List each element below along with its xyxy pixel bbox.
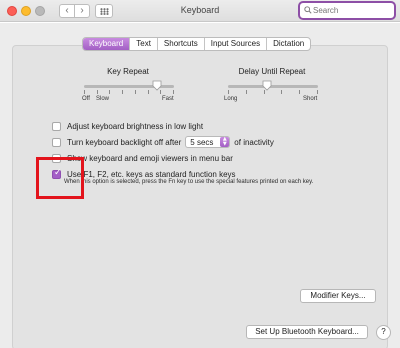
delay-short-label: Short [303, 96, 318, 102]
slider-tick [173, 90, 174, 94]
backlight-timeout-select[interactable]: 5 secs ▲ ▼ [185, 136, 231, 148]
slider-tick [97, 90, 98, 94]
key-repeat-off-label: Off [82, 96, 90, 102]
help-icon: ? [381, 327, 386, 336]
delay-until-repeat-label: Delay Until Repeat [238, 67, 306, 76]
viewers-label: Show keyboard and emoji viewers in menu … [67, 153, 233, 163]
slider-tick [84, 90, 85, 94]
backlight-label: Turn keyboard backlight off after [67, 137, 182, 147]
modifier-keys-button[interactable]: Modifier Keys... [300, 289, 376, 303]
backlight-option[interactable]: Turn keyboard backlight off after 5 secs… [52, 136, 274, 148]
fn-keys-label: Use F1, F2, etc. keys as standard functi… [67, 169, 236, 179]
brightness-checkbox[interactable] [52, 121, 61, 131]
key-repeat-fast-label: Fast [162, 96, 174, 102]
search-field[interactable] [298, 1, 396, 20]
tab-bar: Keyboard Text Shortcuts Input Sources Di… [82, 37, 312, 51]
tab-text[interactable]: Text [130, 38, 158, 50]
slider-tick [299, 90, 300, 94]
delay-long-label: Long [224, 96, 238, 102]
preferences-content: Keyboard Text Shortcuts Input Sources Di… [0, 23, 400, 348]
brightness-label: Adjust keyboard brightness in low light [67, 121, 204, 131]
delay-until-repeat-knob[interactable] [262, 80, 272, 91]
delay-until-repeat-ticks [228, 90, 318, 94]
slider-tick [109, 90, 110, 94]
slider-tick [317, 90, 318, 94]
backlight-timeout-value: 5 secs [190, 137, 214, 147]
search-icon [304, 6, 312, 14]
slider-tick [228, 90, 229, 94]
slider-tick [135, 90, 136, 94]
backlight-label-after: of inactivity [234, 137, 274, 147]
tab-shortcuts[interactable]: Shortcuts [158, 38, 205, 50]
select-stepper-icon: ▲ ▼ [220, 137, 230, 147]
brightness-option[interactable]: Adjust keyboard brightness in low light [52, 120, 203, 132]
delay-until-repeat-track [228, 85, 318, 88]
search-input[interactable] [313, 4, 391, 17]
highlight-box [36, 157, 84, 199]
key-repeat-slow-label: Slow [96, 96, 110, 102]
fn-keys-description: When this option is selected, press the … [64, 179, 314, 185]
tab-keyboard[interactable]: Keyboard [83, 38, 131, 50]
bluetooth-keyboard-button[interactable]: Set Up Bluetooth Keyboard... [246, 325, 368, 339]
backlight-checkbox[interactable] [52, 137, 61, 147]
help-button[interactable]: ? [376, 325, 391, 340]
key-repeat-label: Key Repeat [107, 67, 149, 76]
key-repeat-knob[interactable] [152, 80, 162, 91]
slider-tick [246, 90, 247, 94]
slider-tick [281, 90, 282, 94]
window-titlebar: ‹ › Keyboard [0, 0, 400, 22]
tab-dictation[interactable]: Dictation [267, 38, 310, 50]
slider-tick [122, 90, 123, 94]
slider-tick [148, 90, 149, 94]
tab-input-sources[interactable]: Input Sources [205, 38, 268, 50]
